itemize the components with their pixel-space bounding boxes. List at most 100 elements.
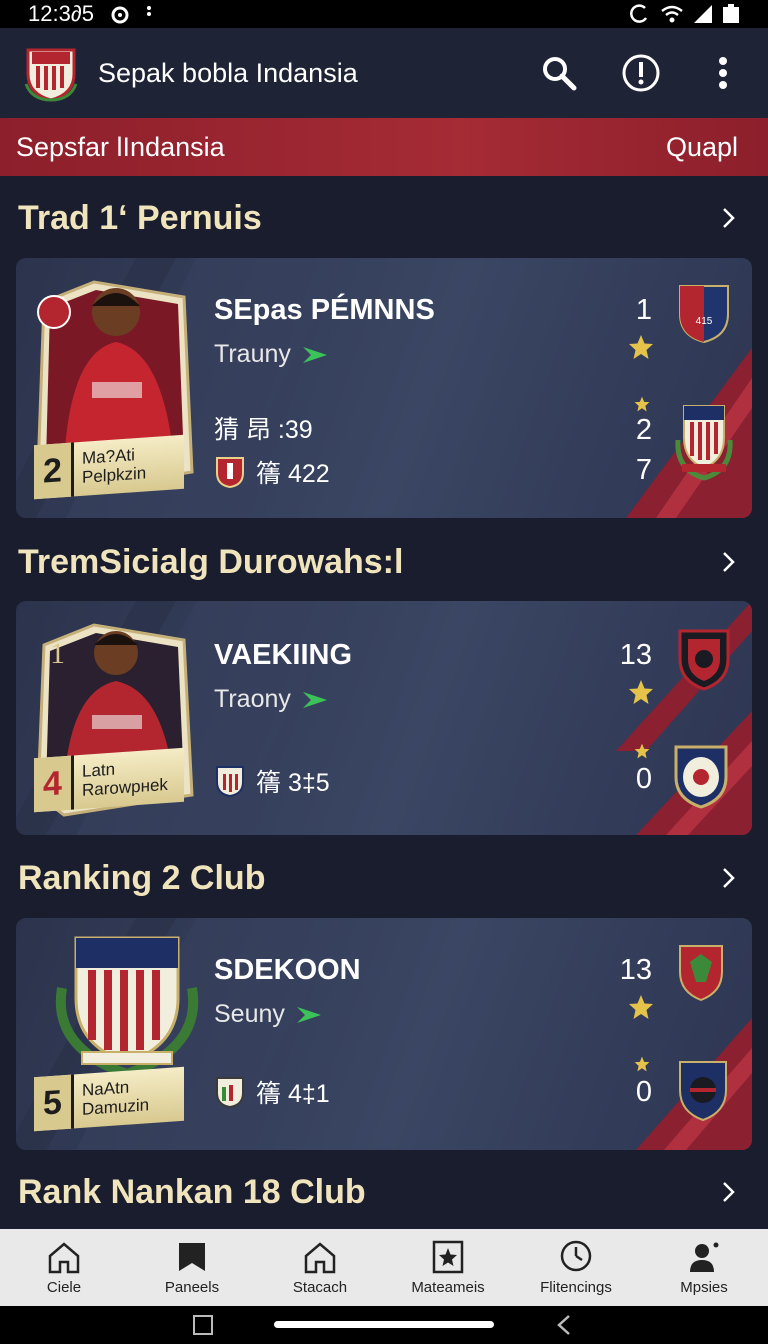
search-button[interactable] [538,52,580,94]
player-nameplate: 2 Ma?Ati Pelpkzin [34,434,184,500]
nav-label: Flitencings [540,1279,612,1296]
home-icon [48,1242,80,1274]
mini-crest-icon [216,457,244,489]
alarm-icon [111,6,129,24]
more-dot-icon [146,6,151,16]
star-box-icon [432,1240,464,1274]
club-rank: 5 [34,1074,74,1132]
nav-label: Stacach [292,1279,348,1296]
banner[interactable]: Sepsfar lIndansia Quapl [0,118,768,176]
star-icon [629,995,653,1019]
nav-label: Ciele [46,1279,82,1296]
alert-icon [622,54,660,92]
nav-label: Paneels [164,1279,220,1296]
sync-icon [630,4,648,23]
banner-action[interactable]: Quapl [666,132,752,163]
card-stat-1: 篟 4‡1 [214,1074,330,1110]
nav-item-paneels[interactable]: Paneels [128,1229,256,1306]
nav-item-mateameis[interactable]: Mateameis [384,1229,512,1306]
section-header-3[interactable]: Ranking 2 Club [0,848,768,908]
trend-up-icon [302,346,327,363]
ranking-card-3[interactable]: 5 NaAtn Damuzin SDEKOON Seuny 篟 4‡1 13 0 [16,918,752,1150]
card-stat-text: 猜 昂 :39 [214,416,313,444]
card-stat-text: 篟 422 [256,460,330,488]
section-title: Rank Nankan 18 Club [18,1172,366,1211]
card-subtitle-text: Traony [214,685,291,713]
star-small-icon [634,396,650,412]
clock-text: 12:3∂5 [28,1,94,26]
star-icon [629,335,653,359]
section-title: Trad 1ʻ Pernuis [18,198,262,237]
club-crest-text: 415 [696,316,713,327]
svg-text:1: 1 [50,637,65,670]
card-subtitle-text: Trauny [214,340,291,368]
mini-crest-icon [216,1077,244,1109]
home-icon [304,1242,336,1274]
club-crest-large [55,936,199,1078]
card-title: SEpas PÉMNNS [214,294,435,326]
section-header-1[interactable]: Trad 1ʻ Pernuis [0,188,768,248]
section-header-2[interactable]: TremSicialg Durowahs:l [0,532,768,592]
club-logo [24,48,78,102]
score-mid: 2 [635,414,652,446]
score-bottom: 7 [635,454,652,486]
section-title: Ranking 2 Club [18,858,266,897]
club-crest-icon [679,945,723,1002]
chevron-right-icon [723,552,735,572]
ranking-card-2[interactable]: 1 4 Latn Rarowpнеk VAEKIING Traony 篟 3‡5… [16,601,752,835]
signal-icon [694,5,712,23]
section-header-4[interactable]: Rank Nankan 18 Club [0,1162,768,1222]
section-title: TremSicialg Durowahs:l [18,542,404,581]
status-bar: 12:3∂5 [0,0,768,28]
card-stat-1: 猜 昂 :39 [214,410,313,446]
chevron-right-icon [723,1182,735,1202]
card-title: VAEKIING [214,639,353,671]
card-stat-1: 篟 3‡5 [214,763,330,799]
nav-item-flitencings[interactable]: Flitencings [512,1229,640,1306]
nav-item-mpsies[interactable]: Mpsies [640,1229,768,1306]
mini-crest-icon [216,766,244,798]
star-icon [629,680,653,704]
alert-button[interactable] [620,52,662,94]
player-rank: 2 [34,442,74,500]
score-bottom: 0 [635,1076,652,1108]
player-rank: 4 [34,755,74,813]
bookmark-icon [179,1243,205,1271]
card-subtitle: Seuny [214,1000,323,1029]
star-small-icon [634,743,650,759]
home-gesture-bar[interactable] [274,1321,494,1328]
clock-icon [560,1240,592,1272]
club-nameplate: 5 NaAtn Damuzin [34,1066,184,1132]
club-crest-icon [678,629,730,691]
recents-button[interactable] [192,1314,214,1336]
nav-label: Mpsies [680,1279,728,1296]
club-crest-wreath-icon [675,405,733,481]
more-vert-icon [719,57,727,89]
score-top: 13 [619,639,652,671]
card-stat-text: 篟 3‡5 [256,769,330,797]
system-nav-bar [0,1306,768,1344]
card-stat-2: 篟 422 [214,454,330,490]
card-subtitle: Trauny [214,340,329,369]
overflow-menu-button[interactable] [702,52,744,94]
nav-item-stacach[interactable]: Stacach [256,1229,384,1306]
wifi-icon [661,5,683,23]
card-subtitle: Traony [214,685,329,714]
nav-item-ciele[interactable]: Ciele [0,1229,128,1306]
club-crest-icon [674,745,728,809]
club-crest-icon [679,1061,727,1122]
trend-up-icon [296,1006,321,1023]
profile-icon [690,1242,719,1272]
card-title: SDEKOON [214,954,361,986]
banner-title: Sepsfar lIndansia [16,131,225,162]
nav-label: Mateameis [411,1279,485,1296]
score-bottom: 0 [635,763,652,795]
trend-up-icon [302,691,327,708]
club-crest-icon: 415 [679,285,729,344]
bottom-nav: Ciele Paneels Stacach Mateameis Flitenci… [0,1229,768,1306]
back-button[interactable] [556,1314,572,1336]
card-stat-text: 篟 4‡1 [256,1080,330,1108]
player-nameplate: 4 Latn Rarowpнеk [34,747,184,813]
ranking-card-1[interactable]: 2 Ma?Ati Pelpkzin SEpas PÉMNNS Trauny 猜 … [16,258,752,518]
star-small-icon [634,1056,650,1072]
